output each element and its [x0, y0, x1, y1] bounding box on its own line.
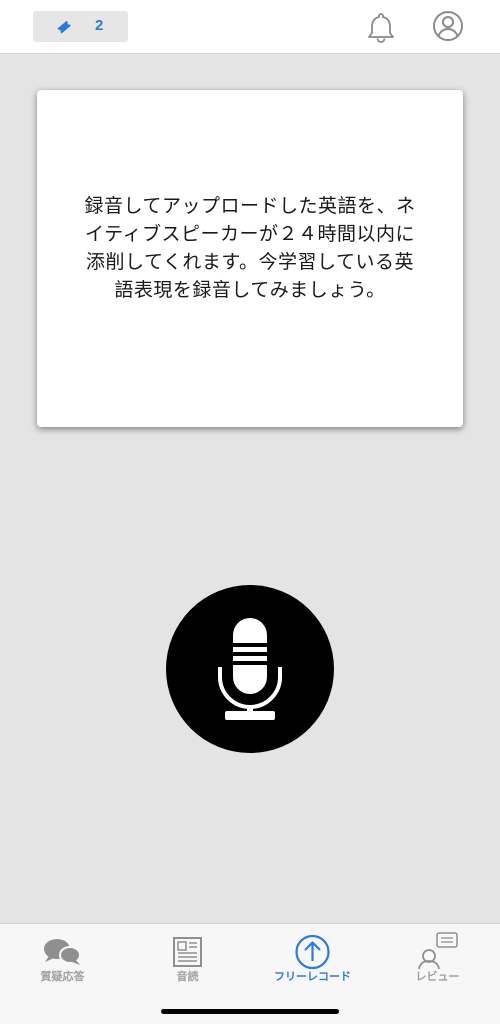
tab-free-record[interactable]: フリーレコード: [250, 924, 375, 994]
tab-review[interactable]: レビュー: [375, 924, 500, 994]
upload-arrow-icon: [295, 934, 330, 970]
tab-qa[interactable]: 質疑応答: [0, 924, 125, 994]
ticket-count: 2: [95, 17, 104, 34]
info-message: 録音してアップロードした英語を、ネイティブスピーカーが２４時間以内に添削してくれ…: [84, 194, 416, 301]
bell-icon[interactable]: [364, 10, 398, 44]
tab-label-qa: 質疑応答: [40, 970, 85, 983]
reviewer-icon: [418, 932, 458, 970]
tab-label-free-record: フリーレコード: [274, 970, 351, 983]
newspaper-icon: [173, 937, 202, 967]
profile-icon[interactable]: [431, 9, 465, 43]
tab-label-reading: 音読: [176, 970, 199, 983]
record-button[interactable]: [166, 585, 334, 753]
ticket-badge[interactable]: 2: [33, 11, 128, 42]
tab-reading[interactable]: 音読: [125, 924, 250, 994]
top-header: 2: [0, 0, 500, 54]
microphone-icon: [218, 618, 282, 720]
chat-bubbles-icon: [44, 939, 81, 965]
ticket-icon: [57, 20, 71, 34]
home-indicator: [161, 1009, 339, 1014]
info-card: 録音してアップロードした英語を、ネイティブスピーカーが２４時間以内に添削してくれ…: [37, 90, 463, 427]
tab-label-review: レビュー: [415, 970, 460, 983]
